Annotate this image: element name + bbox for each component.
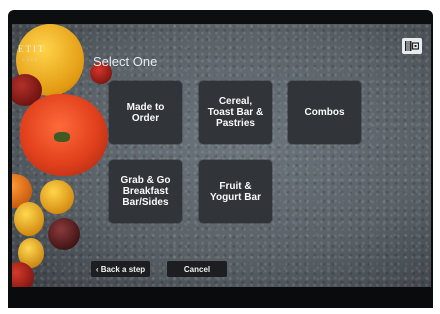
tile-combos[interactable]: Combos bbox=[288, 81, 361, 144]
back-button[interactable]: ‹ Back a step bbox=[91, 261, 150, 277]
tile-fruit-yogurt[interactable]: Fruit & Yogurt Bar bbox=[199, 160, 272, 223]
kiosk-screen: ETIT CAFE Select One Made to Order Cerea… bbox=[12, 24, 431, 287]
qr-scan-icon[interactable] bbox=[402, 38, 422, 54]
tile-made-to-order[interactable]: Made to Order bbox=[109, 81, 182, 144]
tomato-yellow-mid bbox=[40, 180, 74, 214]
page-title: Select One bbox=[93, 54, 158, 69]
tomato-purple-low bbox=[48, 218, 80, 250]
tile-cereal-toast-pastries[interactable]: Cereal, Toast Bar & Pastries bbox=[199, 81, 272, 144]
brand-logo: ETIT bbox=[18, 44, 46, 54]
brand-tagline: CAFE bbox=[22, 57, 39, 62]
cancel-button[interactable]: Cancel bbox=[167, 261, 227, 277]
tomato-stem bbox=[54, 132, 70, 142]
tile-grab-and-go[interactable]: Grab & Go Breakfast Bar/Sides bbox=[109, 160, 182, 223]
qr-scan-icon-glyph bbox=[405, 41, 419, 51]
tablet-bottom-bezel bbox=[8, 287, 433, 308]
tomato-yellow-low bbox=[14, 202, 44, 236]
